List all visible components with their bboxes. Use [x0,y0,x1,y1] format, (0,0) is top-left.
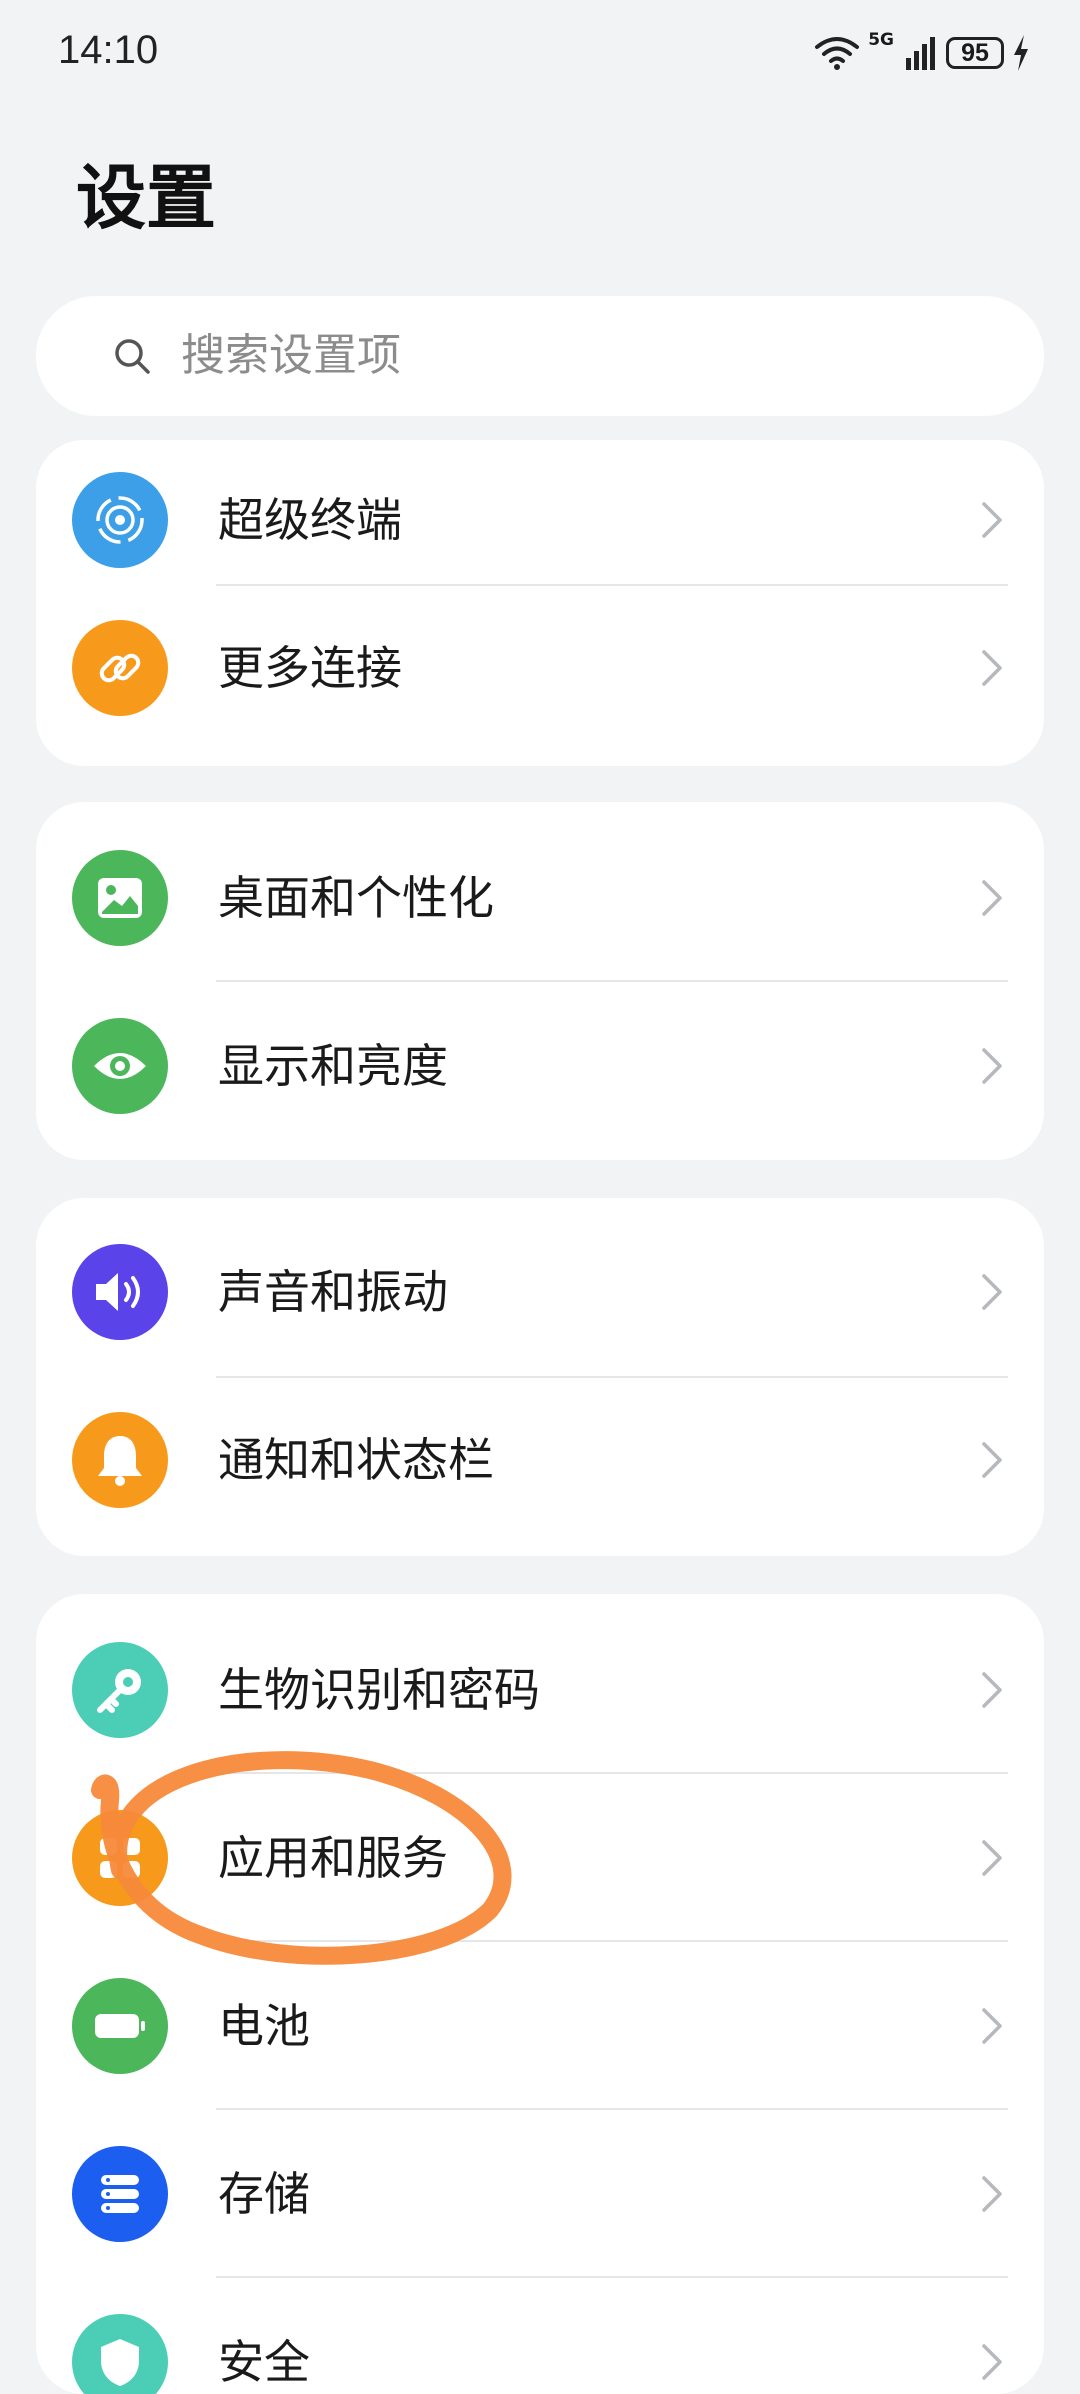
chevron-right-icon [982,1672,1002,1708]
chevron-right-icon [982,1048,1002,1084]
chevron-right-icon [982,502,1002,538]
settings-item-biometrics-password[interactable]: 生物识别和密码 [36,1606,1044,1774]
settings-item-display-brightness[interactable]: 显示和亮度 [36,982,1044,1150]
speaker-icon [72,1244,168,1340]
page-title: 设置 [76,157,216,239]
chevron-right-icon [982,650,1002,686]
settings-item-label: 声音和振动 [218,1265,448,1319]
settings-item-more-connections[interactable]: 更多连接 [36,584,1044,752]
signal-icon [906,37,935,70]
status-time: 14:10 [58,28,159,72]
search-placeholder: 搜索设置项 [181,330,401,381]
settings-group-connectivity: 超级终端 更多连接 [36,440,1044,766]
settings-item-apps-services[interactable]: 应用和服务 [36,1774,1044,1942]
settings-item-notifications-status-bar[interactable]: 通知和状态栏 [36,1376,1044,1544]
settings-item-home-screen[interactable]: 桌面和个性化 [36,814,1044,982]
super-device-icon [72,472,168,568]
chevron-right-icon [982,1442,1002,1478]
settings-item-label: 更多连接 [218,641,402,695]
chevron-right-icon [982,2176,1002,2212]
settings-item-battery[interactable]: 电池 [36,1942,1044,2110]
settings-item-label: 通知和状态栏 [218,1433,494,1487]
key-icon [72,1642,168,1738]
status-icons: 5G 95 [814,28,1030,78]
battery-icon [72,1978,168,2074]
settings-item-label: 安全 [218,2335,310,2389]
bell-icon [72,1412,168,1508]
settings-group-sound-notifications: 声音和振动 通知和状态栏 [36,1198,1044,1556]
network-type-label: 5G [868,30,894,50]
settings-item-label: 超级终端 [218,493,402,547]
chevron-right-icon [982,1840,1002,1876]
search-bar[interactable]: 搜索设置项 [36,296,1044,416]
chevron-right-icon [982,880,1002,916]
chevron-right-icon [982,1274,1002,1310]
settings-item-label: 桌面和个性化 [218,871,494,925]
settings-item-sound-vibration[interactable]: 声音和振动 [36,1208,1044,1376]
settings-group-system: 生物识别和密码 应用和服务 电池 存储 安全 [36,1594,1044,2394]
apps-icon [72,1810,168,1906]
shield-icon [72,2314,168,2394]
search-icon [115,339,150,374]
eye-icon [72,1018,168,1114]
status-bar: 14:10 5G 95 [0,0,1080,110]
settings-item-storage[interactable]: 存储 [36,2110,1044,2278]
battery-indicator: 95 [946,37,1004,69]
settings-item-super-device[interactable]: 超级终端 [36,440,1044,604]
picture-icon [72,850,168,946]
settings-group-display: 桌面和个性化 显示和亮度 [36,802,1044,1160]
battery-level: 95 [961,38,989,67]
link-icon [72,620,168,716]
settings-item-label: 电池 [218,1999,310,2053]
wifi-icon [815,37,860,70]
settings-item-label: 存储 [218,2167,310,2221]
storage-icon [72,2146,168,2242]
settings-item-security[interactable]: 安全 [36,2278,1044,2394]
chevron-right-icon [982,2344,1002,2380]
settings-item-label: 生物识别和密码 [218,1663,540,1717]
settings-item-label: 应用和服务 [218,1831,448,1885]
settings-item-label: 显示和亮度 [218,1039,448,1093]
charging-icon [1014,35,1028,71]
chevron-right-icon [982,2008,1002,2044]
